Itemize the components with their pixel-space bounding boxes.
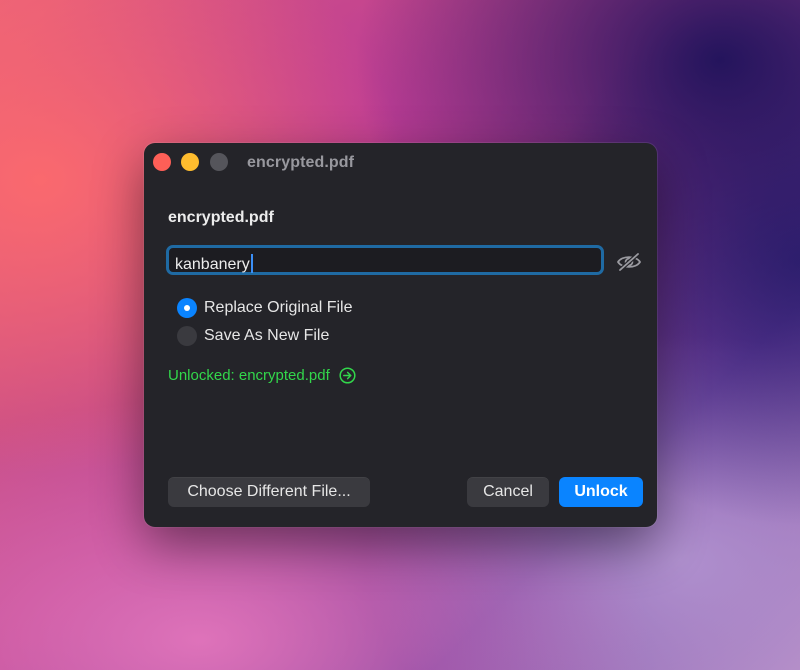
- text-cursor: [250, 254, 253, 273]
- file-name-heading: encrypted.pdf: [168, 209, 274, 226]
- minimize-window-button[interactable]: [181, 153, 199, 171]
- eye-slash-icon[interactable]: [616, 252, 642, 272]
- radio-button-selected[interactable]: [177, 298, 197, 318]
- radio-label: Save As New File: [204, 327, 330, 344]
- choose-different-file-button[interactable]: Choose Different File...: [168, 477, 370, 507]
- window-title: encrypted.pdf: [247, 154, 355, 171]
- status-text: Unlocked: encrypted.pdf: [168, 367, 330, 384]
- arrow-right-circle-icon[interactable]: [339, 367, 356, 384]
- title-bar[interactable]: encrypted.pdf: [144, 143, 657, 183]
- unlock-pdf-window: encrypted.pdf encrypted.pdf kanbanery Re…: [144, 143, 657, 527]
- password-field-value[interactable]: kanbanery: [175, 254, 253, 274]
- desktop-wallpaper: encrypted.pdf encrypted.pdf kanbanery Re…: [0, 0, 800, 670]
- unlock-status: Unlocked: encrypted.pdf: [168, 367, 356, 384]
- cancel-button[interactable]: Cancel: [467, 477, 549, 507]
- unlock-button[interactable]: Unlock: [559, 477, 643, 507]
- radio-button-unselected[interactable]: [177, 326, 197, 346]
- radio-save-as-new[interactable]: Save As New File: [177, 325, 329, 347]
- close-window-button[interactable]: [153, 153, 171, 171]
- radio-replace-original[interactable]: Replace Original File: [177, 297, 353, 319]
- zoom-window-button[interactable]: [210, 153, 228, 171]
- radio-label: Replace Original File: [204, 299, 353, 316]
